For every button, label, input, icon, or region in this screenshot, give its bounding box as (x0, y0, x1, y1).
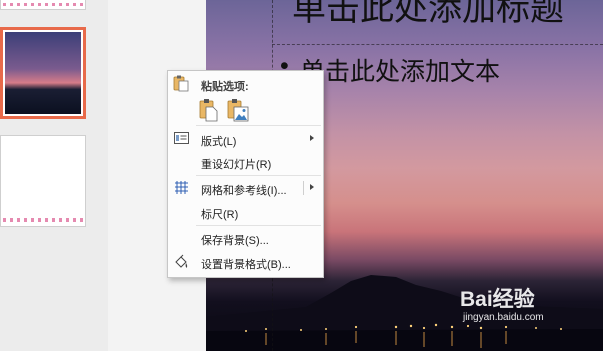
slide-thumbnail[interactable] (0, 0, 86, 10)
menu-item-layout[interactable]: 版式(L) (169, 128, 322, 150)
menu-item-reset-slide[interactable]: 重设幻灯片(R) (169, 151, 322, 173)
menu-separator (196, 175, 321, 176)
slide-thumbnail[interactable] (0, 135, 86, 227)
menu-item-save-background[interactable]: 保存背景(S)... (169, 227, 322, 249)
submenu-arrow-icon[interactable] (310, 184, 314, 190)
format-background-icon (175, 254, 188, 268)
menu-item-label: 保存背景(S)... (201, 235, 269, 247)
baidu-jingyan-watermark: Bai经验 jingyan.baidu.com (460, 283, 603, 351)
submenu-split-divider (303, 181, 304, 195)
body-placeholder-text[interactable]: 单击此处添加文本 (300, 52, 500, 88)
grid-icon (175, 181, 188, 194)
thumbnail-border-decoration (3, 3, 83, 6)
menu-item-format-background[interactable]: 设置背景格式(B)... (169, 251, 322, 273)
layout-icon (174, 132, 189, 144)
menu-item-label: 标尺(R) (201, 209, 239, 221)
menu-separator (196, 125, 321, 126)
menu-item-label: 重设幻灯片(R) (201, 159, 272, 171)
menu-item-label: 设置背景格式(B)... (201, 259, 291, 271)
paste-keep-text-only-icon[interactable] (198, 98, 220, 122)
submenu-arrow-icon (310, 135, 314, 141)
slide-thumbnail-panel (0, 0, 109, 351)
thumbnail-background-image (5, 32, 81, 114)
menu-item-label: 网格和参考线(I)... (201, 185, 287, 197)
menu-item-label: 版式(L) (201, 136, 237, 148)
menu-item-ruler[interactable]: 标尺(R) (169, 201, 322, 223)
watermark-brand: Bai经验 (460, 288, 535, 311)
placeholder-border (272, 44, 603, 45)
watermark-url: jingyan.baidu.com (463, 312, 544, 323)
paste-picture-icon[interactable] (226, 98, 250, 122)
title-placeholder-text[interactable]: 单击此处添加标题 (292, 0, 564, 30)
menu-item-grid-and-guides[interactable]: 网格和参考线(I)... (169, 177, 322, 199)
menu-separator (196, 225, 321, 226)
paste-icon (173, 75, 189, 92)
slide-thumbnail-selected[interactable] (0, 27, 86, 119)
context-menu: 粘贴选项: 版式(L) 重设幻灯片(R) 网格和参考线(I)... 标尺(R) … (167, 70, 324, 278)
paste-options-label: 粘贴选项: (201, 81, 249, 93)
thumbnail-border-decoration (3, 218, 83, 222)
